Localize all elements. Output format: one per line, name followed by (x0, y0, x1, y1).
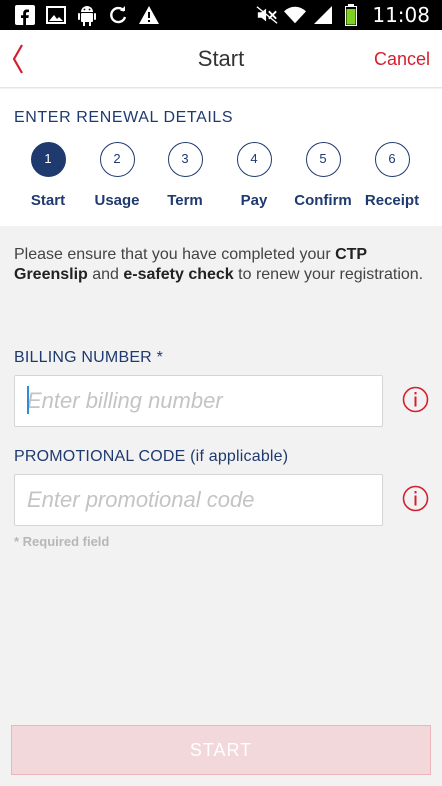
step-circle: 3 (167, 142, 203, 177)
promo-code-label: PROMOTIONAL CODE (if applicable) (14, 448, 289, 465)
instructions-text: Please ensure that you have completed yo… (14, 246, 424, 283)
step-term: 3 Term (150, 142, 220, 209)
step-circle: 5 (305, 142, 341, 177)
android-debug-icon (76, 4, 98, 26)
step-start: 1 Start (13, 142, 83, 209)
step-label: Receipt (364, 192, 420, 209)
steps-heading: ENTER RENEWAL DETAILS (14, 109, 234, 126)
notification-icons (14, 4, 160, 26)
clock: 11:08 (372, 3, 430, 27)
cancel-button[interactable]: Cancel (374, 49, 430, 70)
step-confirm: 5 Confirm (288, 142, 358, 209)
battery-icon (340, 4, 362, 26)
step-label: Pay (240, 192, 268, 209)
step-label: Start (30, 192, 66, 209)
billing-number-input[interactable] (14, 375, 383, 427)
app-header: Start Cancel (0, 30, 442, 88)
step-label: Usage (94, 192, 140, 209)
billing-number-label: BILLING NUMBER * (14, 349, 164, 366)
promo-info-button[interactable] (402, 485, 429, 512)
step-circle: 1 (30, 142, 66, 177)
step-receipt: 6 Receipt (357, 142, 427, 209)
image-icon (45, 4, 67, 26)
step-circle: 6 (374, 142, 410, 177)
progress-steps: ENTER RENEWAL DETAILS 1 Start 2 Usage 3 Term 4… (0, 89, 442, 226)
info-icon (402, 485, 429, 512)
required-field-note: * Required field (14, 534, 110, 549)
step-usage: 2 Usage (82, 142, 152, 209)
system-status: 11:08 (256, 3, 430, 27)
warning-icon (138, 4, 160, 26)
mute-icon (256, 4, 278, 26)
step-pay: 4 Pay (219, 142, 289, 209)
step-label: Term (167, 192, 203, 209)
promo-code-input[interactable] (14, 474, 383, 526)
step-circle: 4 (236, 142, 272, 177)
billing-info-button[interactable] (402, 386, 429, 413)
wifi-icon (284, 4, 307, 26)
info-icon (402, 386, 429, 413)
e-safety-check-text: e-safety check (123, 266, 234, 283)
text-cursor (27, 386, 29, 414)
step-circle: 2 (99, 142, 135, 177)
sync-icon (107, 4, 129, 26)
signal-icon (312, 4, 334, 26)
facebook-icon (14, 4, 36, 26)
start-button[interactable]: START (11, 725, 431, 775)
step-label: Confirm (294, 192, 352, 209)
status-bar: 11:08 (0, 0, 442, 30)
